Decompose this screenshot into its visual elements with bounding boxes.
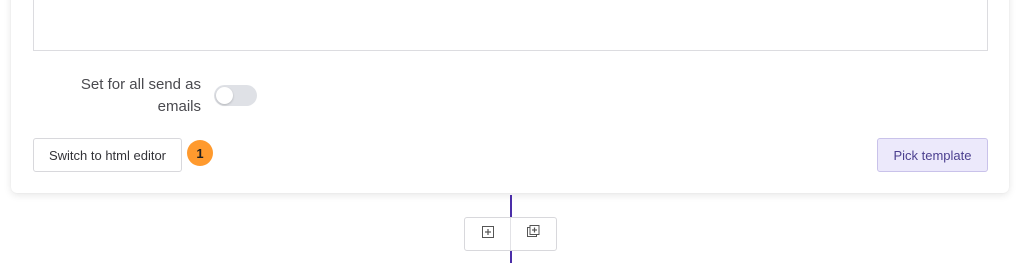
send-as-toggle[interactable]: [214, 85, 257, 106]
copy-plus-icon: [527, 225, 540, 243]
toggle-knob: [216, 87, 233, 104]
pick-template-button[interactable]: Pick template: [877, 138, 988, 172]
add-node-button[interactable]: [465, 218, 510, 250]
node-toolbar: [464, 217, 557, 251]
switch-to-html-editor-button[interactable]: Switch to html editor: [33, 138, 182, 172]
step-badge: 1: [187, 140, 213, 166]
send-as-setting-label: Set for all send as emails: [80, 76, 201, 115]
plus-square-icon: [481, 225, 494, 243]
flow-connector-top: [510, 195, 512, 217]
flow-connector-bottom: [510, 251, 512, 263]
email-body-editor[interactable]: [33, 0, 988, 51]
duplicate-node-button[interactable]: [510, 218, 556, 250]
email-editor-card: Set for all send as emails Switch to htm…: [11, 0, 1009, 193]
